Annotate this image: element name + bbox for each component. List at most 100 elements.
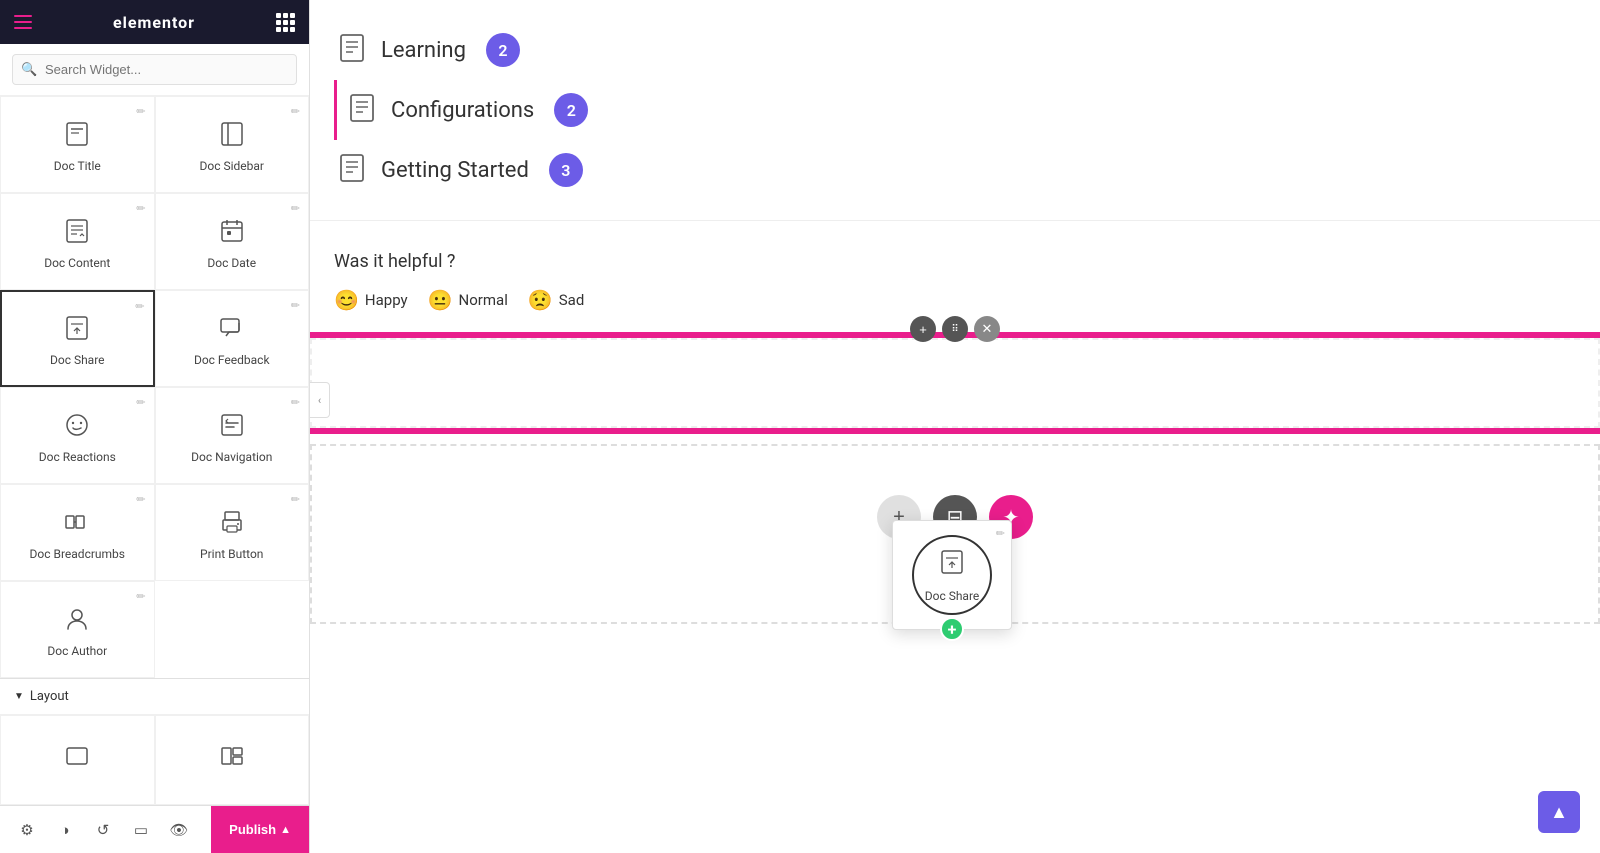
nav-item-configurations[interactable]: Configurations 2 (334, 80, 1576, 140)
publish-label: Publish (229, 822, 276, 837)
hamburger-icon[interactable] (14, 15, 32, 29)
nav-item-getting-started[interactable]: Getting Started 3 (334, 140, 1576, 200)
widget-cell-doc-navigation[interactable]: ✏ Doc Navigation (155, 387, 310, 484)
layout-section-header[interactable]: ▼ Layout (0, 679, 309, 714)
widget-cell-doc-breadcrumbs[interactable]: ✏ Doc Breadcrumbs (0, 484, 155, 581)
nav-learning-icon (337, 32, 367, 68)
nav-label-getting-started: Getting Started (381, 158, 529, 183)
widget-cell-doc-title[interactable]: ✏ Doc Title (0, 96, 155, 193)
edit-icon: ✏ (291, 396, 300, 409)
scroll-to-top-button[interactable]: ▲ (1538, 791, 1580, 833)
preview-edit-icon: ✏ (996, 527, 1005, 540)
search-input[interactable] (12, 54, 297, 85)
nav-configurations-icon (347, 92, 377, 128)
nav-list: Learning 2 Configurations 2 Getting Star… (310, 0, 1600, 220)
settings-icon[interactable]: ⚙ (10, 813, 44, 847)
doc-reactions-icon (63, 411, 91, 444)
responsive-icon[interactable]: ▭ (124, 813, 158, 847)
publish-chevron-icon: ▲ (280, 824, 291, 836)
doc-title-icon (63, 120, 91, 153)
widget-cell-print-button[interactable]: ✏ Print Button (155, 484, 310, 581)
edit-icon: ✏ (136, 202, 145, 215)
nav-label-configurations: Configurations (391, 98, 534, 123)
widget-grid: ✏ Doc Title ✏ Doc Sidebar ✏ Doc Content … (0, 96, 309, 678)
edit-icon: ✏ (136, 105, 145, 118)
widget-label-doc-content: Doc Content (44, 256, 110, 270)
widget-cell-doc-date[interactable]: ✏ Doc Date (155, 193, 310, 290)
edit-icon: ✏ (136, 590, 145, 603)
widget-label-doc-share: Doc Share (50, 353, 105, 367)
edit-icon: ✏ (291, 493, 300, 506)
layout-widget-single[interactable] (0, 715, 155, 805)
doc-feedback-icon (218, 314, 246, 347)
edit-icon: ✏ (136, 493, 145, 506)
widget-preview-circle: Doc Share (912, 535, 992, 615)
widget-label-doc-title: Doc Title (54, 159, 101, 173)
widget-label-doc-navigation: Doc Navigation (191, 450, 272, 464)
layout-widget-grid (0, 714, 309, 805)
sidebar-bottom-bar: ⚙ ◑ ↺ ▭ 👁 Publish ▲ (0, 805, 309, 853)
bottom-icons: ⚙ ◑ ↺ ▭ 👁 (0, 813, 211, 847)
doc-author-icon (63, 605, 91, 638)
preview-icon[interactable]: 👁 (162, 813, 196, 847)
edit-icon: ✏ (136, 396, 145, 409)
float-controls: + ⠿ ✕ (910, 316, 1000, 342)
main-content: Learning 2 Configurations 2 Getting Star… (310, 0, 1600, 853)
widget-label-doc-sidebar: Doc Sidebar (200, 159, 264, 173)
edit-icon: ✏ (135, 300, 144, 313)
doc-breadcrumbs-icon (63, 508, 91, 541)
layout-single-icon (63, 742, 91, 776)
preview-add-icon[interactable]: + (940, 617, 964, 641)
sidebar-collapse-button[interactable]: ‹ (310, 382, 330, 418)
search-icon: 🔍 (21, 62, 37, 77)
sad-label: Sad (559, 291, 585, 309)
history-icon[interactable]: ↺ (86, 813, 120, 847)
sidebar: elementor 🔍 ✏ Doc Title ✏ Doc Sidebar (0, 0, 310, 853)
preview-doc-share-icon (938, 548, 966, 583)
search-section: 🔍 (0, 44, 309, 96)
section-bar-bottom (310, 428, 1600, 434)
layout-section: ▼ Layout (0, 678, 309, 805)
widget-cell-doc-content[interactable]: ✏ Doc Content (0, 193, 155, 290)
print-button-icon (218, 508, 246, 541)
section-move-button[interactable]: ⠿ (942, 316, 968, 342)
happy-label: Happy (365, 291, 408, 309)
main-content-area: Learning 2 Configurations 2 Getting Star… (310, 0, 1600, 853)
reaction-sad[interactable]: 😟 Sad (528, 288, 584, 312)
normal-label: Normal (459, 291, 508, 309)
sad-emoji: 😟 (528, 288, 553, 312)
edit-icon: ✏ (291, 202, 300, 215)
widget-label-doc-date: Doc Date (207, 256, 256, 270)
widget-label-print-button: Print Button (200, 547, 263, 561)
edit-icon: ✏ (291, 105, 300, 118)
widget-drag-preview[interactable]: ✏ Doc Share + (892, 520, 1012, 630)
reactions-row: 😊 Happy 😐 Normal 😟 Sad (334, 288, 1576, 312)
elementor-logo: elementor (113, 13, 195, 32)
doc-content-icon (63, 217, 91, 250)
grid-icon[interactable] (276, 13, 295, 32)
happy-emoji: 😊 (334, 288, 359, 312)
publish-button[interactable]: Publish ▲ (211, 806, 309, 853)
widget-cell-doc-sidebar[interactable]: ✏ Doc Sidebar (155, 96, 310, 193)
doc-date-icon (218, 217, 246, 250)
section-add-button[interactable]: + (910, 316, 936, 342)
widget-cell-doc-share[interactable]: ✏ Doc Share (0, 290, 155, 387)
layout-widget-grid[interactable] (155, 715, 310, 805)
widget-label-doc-feedback: Doc Feedback (194, 353, 270, 367)
widget-cell-doc-author[interactable]: ✏ Doc Author (0, 581, 155, 678)
edit-icon: ✏ (291, 299, 300, 312)
reaction-normal[interactable]: 😐 Normal (428, 288, 508, 312)
layers-icon[interactable]: ◑ (48, 813, 82, 847)
layout-grid-icon (218, 742, 246, 776)
doc-share-icon (63, 314, 91, 347)
preview-label: Doc Share (925, 589, 980, 603)
widget-cell-doc-feedback[interactable]: ✏ Doc Feedback (155, 290, 310, 387)
nav-item-learning[interactable]: Learning 2 (334, 20, 1576, 80)
widget-cell-doc-reactions[interactable]: ✏ Doc Reactions (0, 387, 155, 484)
nav-badge-learning: 2 (486, 33, 520, 67)
widget-label-doc-author: Doc Author (47, 644, 107, 658)
nav-getting-started-icon (337, 152, 367, 188)
reaction-happy[interactable]: 😊 Happy (334, 288, 408, 312)
widget-label-doc-breadcrumbs: Doc Breadcrumbs (30, 547, 125, 561)
section-delete-button[interactable]: ✕ (974, 316, 1000, 342)
